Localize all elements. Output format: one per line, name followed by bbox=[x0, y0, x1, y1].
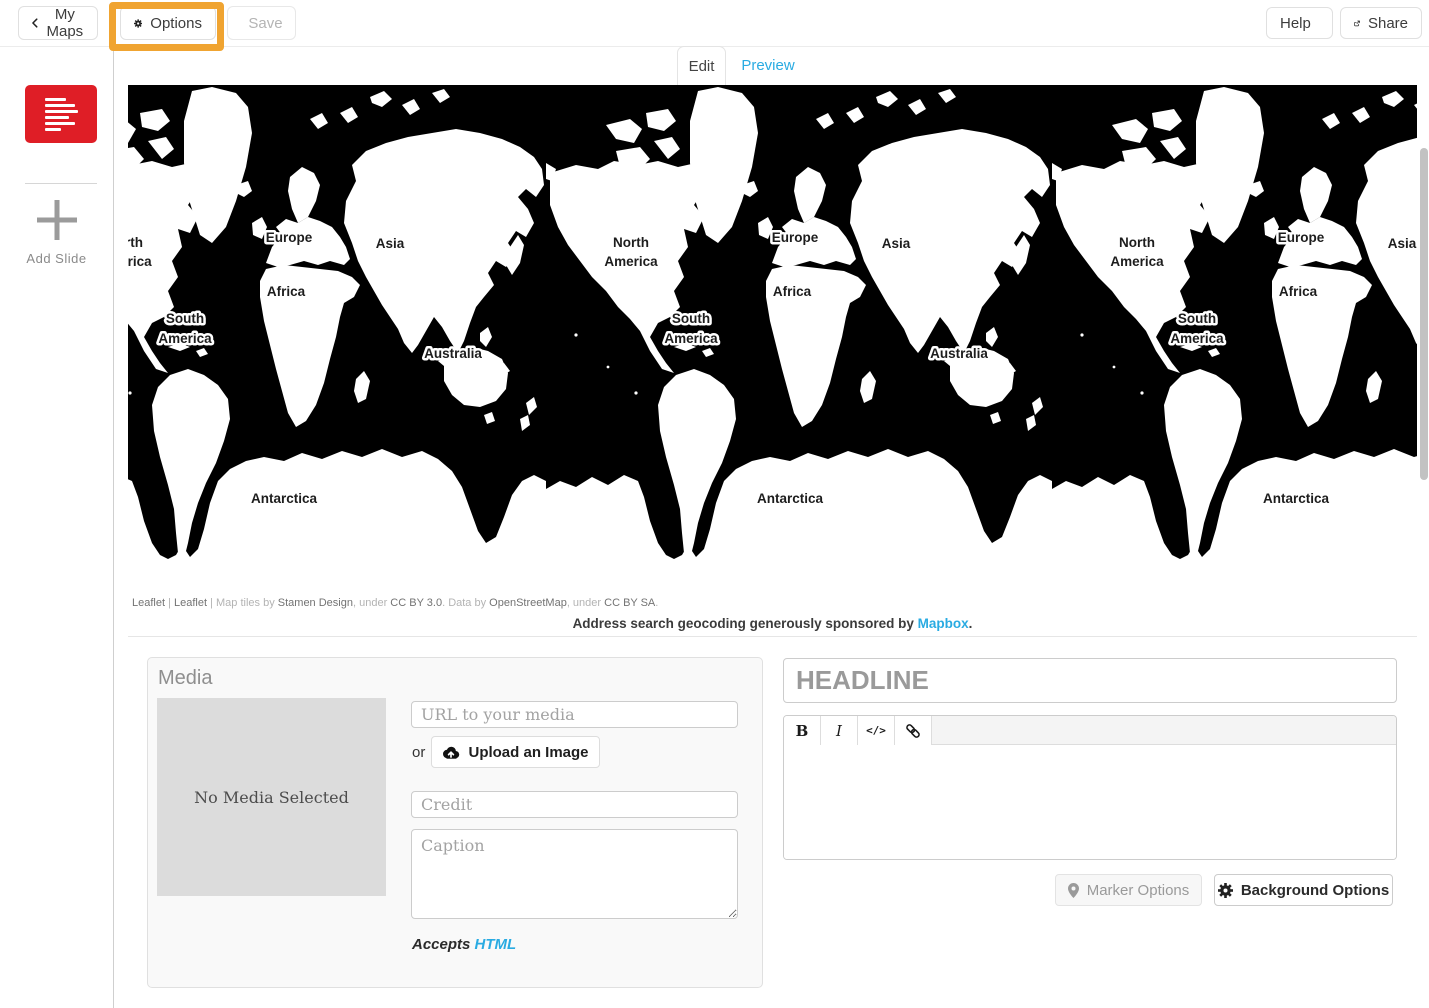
upload-image-button[interactable]: Upload an Image bbox=[431, 736, 600, 768]
my-maps-button[interactable]: My Maps bbox=[18, 6, 98, 40]
text-lines-icon bbox=[45, 98, 83, 134]
gear-icon bbox=[1218, 883, 1233, 898]
chevron-left-icon bbox=[32, 16, 38, 30]
options-button[interactable]: Options bbox=[120, 6, 216, 40]
tab-edit-label: Edit bbox=[689, 58, 715, 75]
add-slide-button[interactable]: Add Slide bbox=[0, 197, 113, 266]
or-label: or bbox=[412, 744, 425, 761]
media-panel: Media No Media Selected or Upload an Ima… bbox=[147, 657, 763, 988]
cc-by-link[interactable]: CC BY 3.0 bbox=[390, 597, 442, 609]
share-icon bbox=[1354, 16, 1360, 31]
bold-button[interactable]: B bbox=[784, 716, 821, 745]
tab-preview-label: Preview bbox=[741, 57, 794, 74]
rich-text-editor: B I </> bbox=[783, 715, 1397, 860]
help-button[interactable]: Help bbox=[1266, 7, 1333, 39]
headline-input[interactable] bbox=[783, 658, 1397, 703]
plus-icon bbox=[34, 197, 80, 243]
marker-options-button[interactable]: Marker Options bbox=[1055, 874, 1202, 906]
slide-thumbnail[interactable] bbox=[25, 85, 97, 143]
accepts-html-note: Accepts HTML bbox=[412, 936, 516, 953]
marker-options-label: Marker Options bbox=[1087, 882, 1190, 899]
no-media-label: No Media Selected bbox=[194, 788, 349, 807]
leaflet-link[interactable]: Leaflet bbox=[132, 597, 165, 609]
storymap-editor: My Maps Options Save bbox=[0, 0, 1429, 1008]
map-attribution: Leaflet | Leaflet | Map tiles by Stamen … bbox=[132, 597, 658, 609]
share-label: Share bbox=[1368, 15, 1408, 32]
stamen-design-link[interactable]: Stamen Design bbox=[278, 597, 353, 609]
map-canvas[interactable]: North America South America Europe Asia … bbox=[128, 85, 1417, 594]
openstreetmap-link[interactable]: OpenStreetMap bbox=[489, 597, 567, 609]
media-caption-textarea[interactable] bbox=[411, 829, 738, 919]
italic-button[interactable]: I bbox=[821, 716, 858, 745]
rte-text-area[interactable] bbox=[784, 745, 1396, 860]
tab-edit[interactable]: Edit bbox=[677, 46, 726, 85]
background-options-label: Background Options bbox=[1241, 882, 1389, 899]
cloud-upload-icon bbox=[442, 746, 460, 759]
media-panel-title: Media bbox=[158, 667, 212, 690]
link-icon bbox=[905, 723, 921, 739]
editor-content: North America South America Europe Asia … bbox=[128, 0, 1417, 1008]
share-button[interactable]: Share bbox=[1340, 7, 1422, 39]
background-options-button[interactable]: Background Options bbox=[1214, 874, 1393, 906]
code-button[interactable]: </> bbox=[858, 716, 895, 745]
add-slide-label: Add Slide bbox=[26, 251, 86, 266]
top-toolbar: My Maps Options Save bbox=[0, 0, 1429, 47]
my-maps-label: My Maps bbox=[46, 6, 84, 40]
sidebar-divider bbox=[25, 183, 97, 184]
media-credit-input[interactable] bbox=[411, 791, 738, 818]
media-url-input[interactable] bbox=[411, 701, 738, 728]
upload-image-label: Upload an Image bbox=[468, 744, 588, 761]
save-label: Save bbox=[248, 15, 282, 32]
leaflet-link-2[interactable]: Leaflet bbox=[174, 597, 207, 609]
link-button[interactable] bbox=[895, 716, 932, 745]
gear-icon bbox=[134, 16, 142, 31]
cc-by-sa-link[interactable]: CC BY SA bbox=[604, 597, 655, 609]
content-divider bbox=[128, 636, 1417, 637]
geocoding-sponsor-note: Address search geocoding generously spon… bbox=[128, 616, 1417, 631]
help-label: Help bbox=[1280, 15, 1311, 32]
html-help-link[interactable]: HTML bbox=[475, 936, 517, 953]
rte-toolbar: B I </> bbox=[784, 716, 1396, 745]
mapbox-link[interactable]: Mapbox bbox=[918, 616, 969, 631]
scrollbar-thumb[interactable] bbox=[1420, 148, 1428, 480]
slides-sidebar: Add Slide bbox=[0, 47, 114, 1008]
page-scrollbar bbox=[1419, 47, 1429, 1008]
media-preview-box: No Media Selected bbox=[157, 698, 386, 896]
options-label: Options bbox=[150, 15, 202, 32]
map-pin-icon bbox=[1068, 883, 1079, 898]
save-button[interactable]: Save bbox=[227, 6, 296, 40]
tab-preview[interactable]: Preview bbox=[729, 46, 807, 85]
